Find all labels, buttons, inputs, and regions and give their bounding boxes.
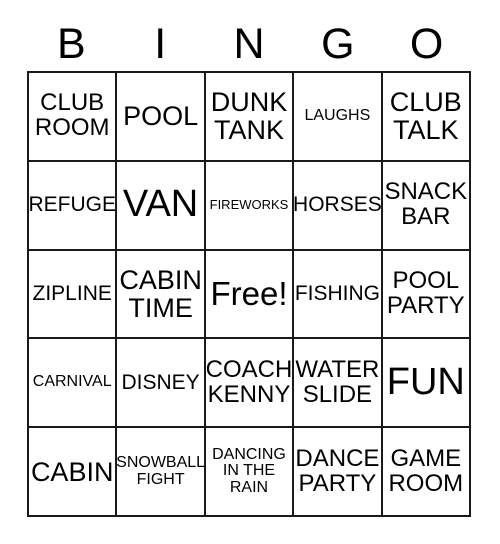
bingo-cell-label: GAME ROOM: [388, 444, 464, 497]
bingo-cell-label: CLUB ROOM: [34, 89, 110, 142]
bingo-cell-label: POOL: [123, 101, 199, 132]
header-letter-n: N: [233, 19, 265, 68]
bingo-cell-label: DANCE PARTY: [295, 444, 380, 497]
bingo-cell[interactable]: DISNEY: [117, 339, 206, 429]
bingo-cell-label: CARNIVAL: [32, 373, 112, 391]
header-letter-i: I: [154, 19, 167, 68]
bingo-cell-label: DUNK TANK: [210, 87, 288, 146]
bingo-cell-label: LAUGHS: [304, 107, 371, 125]
bingo-cell-label: DISNEY: [121, 370, 200, 394]
bingo-cell[interactable]: HORSES: [294, 161, 383, 251]
bingo-grid: CLUB ROOM POOL DUNK TANK LAUGHS CLUB TALK REF…: [27, 71, 471, 517]
bingo-cell[interactable]: POOL PARTY: [382, 250, 471, 340]
bingo-cell[interactable]: GAME ROOM: [382, 428, 471, 517]
bingo-cell[interactable]: DUNK TANK: [205, 73, 295, 162]
bingo-cell[interactable]: REFUGE: [29, 161, 118, 251]
bingo-cell-label: WATER SLIDE: [295, 355, 380, 408]
bingo-cell[interactable]: WATER SLIDE: [294, 339, 383, 429]
bingo-cell-label: SNACK BAR: [384, 178, 468, 231]
bingo-cell-label: FUN: [386, 361, 465, 404]
bingo-cell[interactable]: CARNIVAL: [29, 339, 118, 429]
bingo-cell-free-space[interactable]: Free!: [205, 250, 295, 340]
bingo-cell[interactable]: DANCE PARTY: [294, 428, 383, 517]
bingo-cell[interactable]: FISHING: [294, 250, 383, 340]
bingo-cell[interactable]: VAN: [117, 161, 206, 251]
bingo-cell-label: REFUGE: [29, 193, 116, 217]
bingo-cell[interactable]: POOL: [117, 73, 206, 162]
bingo-header-row: B I N G O: [27, 17, 471, 71]
bingo-cell[interactable]: CABIN TIME: [117, 250, 206, 340]
bingo-cell-label: VAN: [122, 183, 199, 226]
bingo-cell[interactable]: SNACK BAR: [382, 161, 471, 251]
bingo-cell[interactable]: SNOWBALL FIGHT: [117, 428, 206, 517]
bingo-cell[interactable]: FIREWORKS: [205, 161, 295, 251]
bingo-cell-label: HORSES: [294, 193, 382, 217]
bingo-cell[interactable]: ZIPLINE: [29, 250, 118, 340]
bingo-cell-label: COACH KENNY: [205, 355, 293, 408]
header-letter-b: B: [57, 19, 86, 68]
header-letter-g: G: [321, 19, 355, 68]
bingo-cell[interactable]: LAUGHS: [294, 73, 383, 162]
bingo-cell-label: CABIN TIME: [119, 264, 202, 323]
bingo-cell[interactable]: CLUB ROOM: [29, 73, 118, 162]
bingo-cell-label: POOL PARTY: [386, 267, 465, 319]
bingo-cell-label: SNOWBALL FIGHT: [117, 453, 206, 488]
bingo-cell[interactable]: COACH KENNY: [205, 339, 295, 429]
bingo-cell[interactable]: FUN: [382, 339, 471, 429]
bingo-cell[interactable]: CLUB TALK: [382, 73, 471, 162]
bingo-cell-label: DANCING IN THE RAIN: [212, 445, 286, 496]
bingo-cell[interactable]: DANCING IN THE RAIN: [205, 428, 295, 517]
bingo-cell-label: Free!: [210, 274, 288, 312]
bingo-cell-label: ZIPLINE: [32, 282, 112, 306]
bingo-cell-label: CLUB TALK: [389, 87, 462, 146]
bingo-cell-label: FISHING: [294, 282, 380, 306]
header-letter-o: O: [409, 19, 444, 68]
bingo-cell[interactable]: CABIN: [29, 428, 118, 517]
bingo-cell-label: FIREWORKS: [209, 197, 289, 213]
bingo-cell-label: CABIN: [30, 456, 114, 487]
bingo-card: B I N G O CLUB ROOM POOL DUNK TANK LAUGHS CL…: [27, 17, 471, 517]
